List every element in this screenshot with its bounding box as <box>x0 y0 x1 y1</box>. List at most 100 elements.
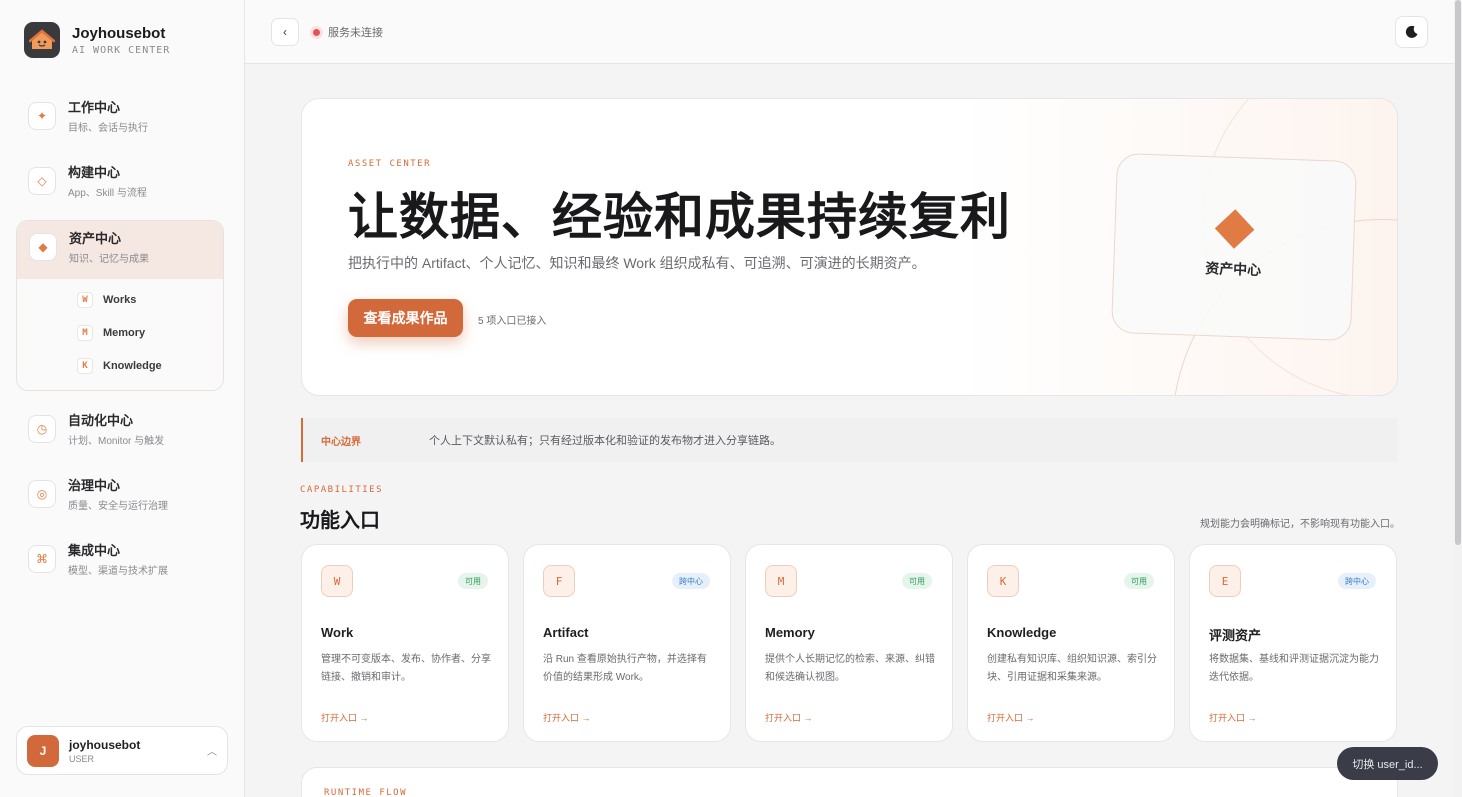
card-description: 提供个人长期记忆的检索、来源、纠错和候选确认视图。 <box>765 654 935 683</box>
open-entry-link[interactable]: 打开入口 → <box>321 711 369 724</box>
boundary-label: 中心边界 <box>321 436 361 448</box>
capability-card-work[interactable]: W 可用 Work 管理不可变版本、发布、协作者、分享链接、撤销和审计。 打开入… <box>301 544 509 742</box>
works-badge-icon: W <box>77 291 93 308</box>
chevron-left-icon: ‹ <box>283 25 287 39</box>
sidebar-item-desc: App、Skill 与流程 <box>68 188 147 199</box>
card-description: 管理不可变版本、发布、协作者、分享链接、撤销和审计。 <box>321 654 491 683</box>
sidebar-nav: ✦ 工作中心 目标、会话与执行 ◇ 构建中心 App、Skill 与流程 ◆ 资… <box>16 90 224 598</box>
evaluation-badge-icon: E <box>1209 565 1241 597</box>
hero-card-label: 资产中心 <box>1204 260 1262 278</box>
user-menu[interactable]: J joyhousebot USER ︿ <box>16 726 228 775</box>
collapse-sidebar-button[interactable]: ‹ <box>271 18 299 46</box>
status-text: 服务未连接 <box>328 27 383 39</box>
sidebar-item-integration[interactable]: ⌘ 集成中心 模型、渠道与技术扩展 <box>16 533 224 591</box>
sidebar-subitem-label: Knowledge <box>103 359 162 372</box>
card-description: 创建私有知识库、组织知识源、索引分块、引用证据和采集来源。 <box>987 654 1157 683</box>
diamond-icon <box>1214 209 1255 249</box>
capability-card-knowledge[interactable]: K 可用 Knowledge 创建私有知识库、组织知识源、索引分块、引用证据和采… <box>967 544 1175 742</box>
open-entry-link[interactable]: 打开入口 → <box>1209 711 1257 724</box>
capability-cards: W 可用 Work 管理不可变版本、发布、协作者、分享链接、撤销和审计。 打开入… <box>301 544 1398 742</box>
status-badge: 跨中心 <box>1338 573 1376 589</box>
capability-card-memory[interactable]: M 可用 Memory 提供个人长期记忆的检索、来源、纠错和候选确认视图。 打开… <box>745 544 953 742</box>
hero-illustration-card: 资产中心 <box>1110 152 1358 342</box>
sidebar-subitem-knowledge[interactable]: K Knowledge <box>17 349 223 382</box>
sidebar-subitem-label: Memory <box>103 326 146 339</box>
capabilities-note: 规划能力会明确标记，不影响现有功能入口。 <box>1200 519 1400 530</box>
artifact-badge-icon: F <box>543 565 575 597</box>
sidebar-item-desc: 知识、记忆与成果 <box>69 254 149 265</box>
entry-count: 5 项入口已接入 <box>478 316 547 327</box>
clock-icon: ◷ <box>28 415 56 443</box>
capability-card-artifact[interactable]: F 跨中心 Artifact 沿 Run 查看原始执行产物，并选择有价值的结果形… <box>523 544 731 742</box>
sparkle-icon: ✦ <box>28 102 56 130</box>
knowledge-badge-icon: K <box>987 565 1019 597</box>
hero-description: 把执行中的 Artifact、个人记忆、知识和最终 Work 组织成私有、可追溯… <box>348 255 926 271</box>
card-title: Work <box>321 625 354 640</box>
capabilities-kicker: CAPABILITIES <box>300 485 384 495</box>
runtime-kicker: RUNTIME FLOW <box>324 788 408 797</box>
sidebar-item-desc: 计划、Monitor 与触发 <box>68 436 165 447</box>
view-works-button[interactable]: 查看成果作品 <box>348 299 463 337</box>
status-badge: 可用 <box>458 573 488 589</box>
sidebar-subnav: W Works M Memory K Knowledge <box>17 279 223 390</box>
sidebar-item-work[interactable]: ✦ 工作中心 目标、会话与执行 <box>16 90 224 148</box>
memory-badge-icon: M <box>765 565 797 597</box>
status-badge: 跨中心 <box>672 573 710 589</box>
card-title: Memory <box>765 625 815 640</box>
hero-kicker: ASSET CENTER <box>348 159 432 169</box>
sidebar-item-title: 集成中心 <box>68 543 121 558</box>
theme-toggle-button[interactable] <box>1395 16 1428 48</box>
sidebar-item-title: 治理中心 <box>68 478 121 493</box>
card-title: Artifact <box>543 625 589 640</box>
sidebar-subitem-works[interactable]: W Works <box>17 283 223 316</box>
connection-status: 服务未连接 <box>313 24 383 40</box>
status-dot-icon <box>313 28 320 36</box>
boundary-text: 个人上下文默认私有；只有经过版本化和验证的发布物才进入分享链路。 <box>429 435 781 447</box>
status-badge: 可用 <box>1124 573 1154 589</box>
sidebar-item-title: 构建中心 <box>68 165 121 180</box>
sidebar-item-desc: 目标、会话与执行 <box>68 123 148 134</box>
sidebar-item-desc: 模型、渠道与技术扩展 <box>68 566 168 577</box>
work-badge-icon: W <box>321 565 353 597</box>
brand-name: Joyhousebot <box>72 24 166 42</box>
card-description: 沿 Run 查看原始执行产物，并选择有价值的结果形成 Work。 <box>543 654 707 683</box>
memory-badge-icon: M <box>77 324 93 341</box>
card-description: 将数据集、基线和评测证据沉淀为能力迭代依据。 <box>1209 654 1379 683</box>
diamond-outline-icon: ◇ <box>28 167 56 195</box>
capability-card-evaluation[interactable]: E 跨中心 评测资产 将数据集、基线和评测证据沉淀为能力迭代依据。 打开入口 → <box>1189 544 1397 742</box>
open-entry-link[interactable]: 打开入口 → <box>987 711 1035 724</box>
chevron-up-icon: ︿ <box>207 747 217 758</box>
brand-subtitle: AI WORK CENTER <box>72 44 171 56</box>
scrollbar[interactable] <box>1454 0 1462 797</box>
sidebar-item-title: 自动化中心 <box>68 413 134 428</box>
sidebar-item-title: 工作中心 <box>68 100 121 115</box>
sidebar-item-assets[interactable]: ◆ 资产中心 知识、记忆与成果 <box>17 221 223 279</box>
card-title: Knowledge <box>987 625 1057 640</box>
sidebar-item-build[interactable]: ◇ 构建中心 App、Skill 与流程 <box>16 155 224 213</box>
sidebar-item-title: 资产中心 <box>69 231 122 246</box>
card-title: 评测资产 <box>1209 628 1262 643</box>
sidebar-item-desc: 质量、安全与运行治理 <box>68 501 168 512</box>
diamond-filled-icon: ◆ <box>29 233 57 261</box>
sidebar-subitem-memory[interactable]: M Memory <box>17 316 223 349</box>
hero-banner: ASSET CENTER 让数据、经验和成果持续复利 把执行中的 Artifac… <box>301 98 1398 396</box>
user-name: joyhousebot <box>69 737 141 752</box>
center-boundary-notice: 中心边界 个人上下文默认私有；只有经过版本化和验证的发布物才进入分享链路。 <box>301 418 1398 462</box>
scrollbar-thumb[interactable] <box>1455 0 1461 545</box>
sidebar-item-automation[interactable]: ◷ 自动化中心 计划、Monitor 与触发 <box>16 403 224 461</box>
switch-user-button[interactable]: 切换 user_id... <box>1337 747 1438 780</box>
knowledge-badge-icon: K <box>77 357 93 374</box>
sidebar-group-assets: ◆ 资产中心 知识、记忆与成果 W Works M Memory K Knowl… <box>16 220 224 391</box>
open-entry-link[interactable]: 打开入口 → <box>765 711 813 724</box>
open-entry-link[interactable]: 打开入口 → <box>543 711 591 724</box>
brand[interactable]: Joyhousebot AI WORK CENTER <box>24 22 170 58</box>
sidebar-subitem-label: Works <box>103 293 137 306</box>
target-icon: ◎ <box>28 480 56 508</box>
moon-icon <box>1405 25 1417 38</box>
avatar: J <box>27 734 59 767</box>
sidebar-item-governance[interactable]: ◎ 治理中心 质量、安全与运行治理 <box>16 468 224 526</box>
status-badge: 可用 <box>902 573 932 589</box>
command-icon: ⌘ <box>28 545 56 573</box>
brand-logo-icon <box>24 22 60 58</box>
page-title: 让数据、经验和成果持续复利 <box>348 189 1011 245</box>
